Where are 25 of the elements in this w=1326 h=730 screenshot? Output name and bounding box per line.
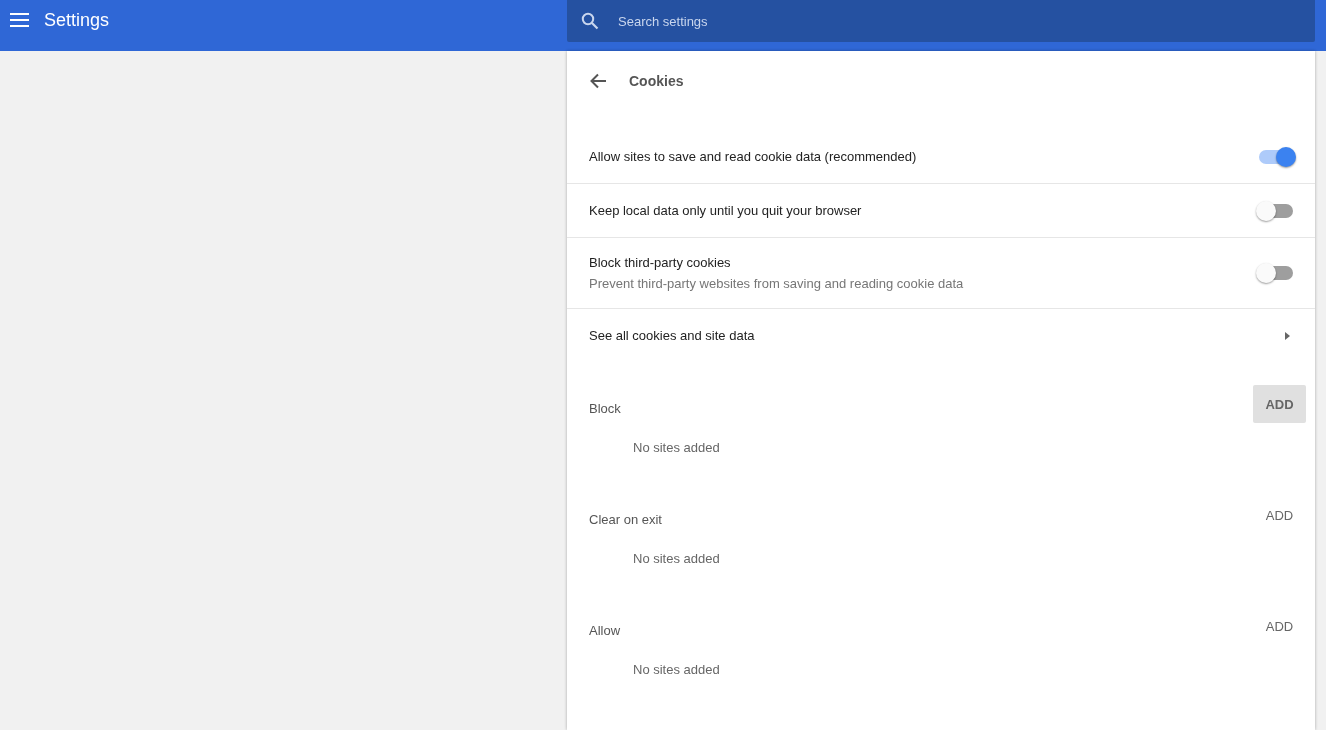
add-button[interactable]: ADD — [1253, 496, 1306, 534]
app-title: Settings — [44, 9, 110, 31]
empty-message: No sites added — [632, 550, 721, 568]
setting-label[interactable]: See all cookies and site data — [589, 328, 1285, 343]
toggle-switch[interactable] — [1259, 149, 1293, 164]
search-icon — [581, 12, 599, 30]
setting-label: Allow sites to save and read cookie data (recommended) — [589, 149, 918, 164]
back-arrow-icon[interactable] — [589, 73, 607, 89]
link-row[interactable]: See all cookies and site data — [567, 308, 1315, 362]
section-title: Allow — [589, 621, 621, 638]
section-title: Block — [589, 399, 621, 416]
section-title: Clear on exit — [589, 510, 662, 527]
toggle-switch[interactable] — [1259, 266, 1293, 280]
setting-label: Block third-party cookies — [589, 255, 732, 270]
search-field[interactable]: Search settings — [616, 12, 1020, 30]
toggle-switch[interactable] — [1259, 203, 1293, 218]
add-button[interactable]: ADD — [1253, 607, 1306, 645]
empty-message: No sites added — [632, 661, 721, 679]
empty-message: No sites added — [632, 439, 721, 457]
menu-icon[interactable] — [10, 13, 29, 27]
page-title: Cookies — [629, 73, 684, 89]
setting-label: Keep local data only until you quit your browser — [589, 203, 863, 218]
add-button[interactable]: ADD — [1253, 385, 1306, 423]
caret-right-icon — [1285, 331, 1290, 340]
setting-description: Prevent third-party websites from saving and reading cookie data — [589, 276, 965, 291]
